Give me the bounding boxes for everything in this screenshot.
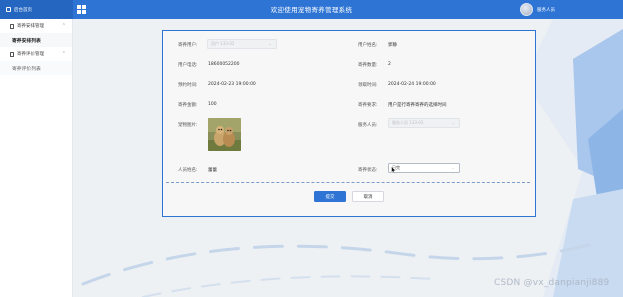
watermark: CSDN @vx_danpianji889: [494, 278, 610, 288]
sidebar-group-label: 寄养评价管理: [17, 52, 44, 57]
document-icon: [10, 23, 14, 29]
foster-amount-value: 100: [208, 102, 217, 107]
cancel-button[interactable]: 取消: [352, 191, 384, 202]
pickup-time-label: 领取时间:: [358, 83, 378, 88]
foster-status-label: 寄养状态:: [358, 168, 378, 173]
top-bar: 后台首页 欢迎使用宠物寄养管理系统 服务人员: [0, 0, 623, 19]
sidebar-item-foster-arrangement-list[interactable]: 寄养安排列表: [0, 33, 72, 47]
user-phone-value: 18600052200: [208, 62, 240, 67]
staff-name-label: 人员姓名:: [178, 168, 198, 173]
avatar[interactable]: [520, 3, 533, 16]
chevron-down-icon: ⌄: [268, 42, 272, 47]
pet-photo: [208, 118, 241, 151]
submit-button[interactable]: 提交: [314, 191, 346, 202]
user-account-label: 寄养用户:: [178, 43, 198, 48]
chevron-up-icon: ⌃: [61, 51, 66, 57]
user-name-value: 郭静: [388, 43, 397, 48]
username[interactable]: 服务人员: [537, 7, 555, 13]
mouse-cursor-icon: [391, 166, 396, 174]
chevron-down-icon: ⌄: [451, 166, 455, 171]
foster-time-value: 2024-02-23 19:00:00: [208, 82, 256, 87]
user-account-select: 用户 133-02 ⌄: [207, 39, 277, 49]
user-phone-label: 用户电话:: [178, 63, 198, 68]
sidebar-group-foster-review[interactable]: 寄养评价管理 ⌃: [0, 47, 72, 61]
service-staff-select: 服务人员 133-03 ⌄: [388, 118, 460, 128]
chevron-down-icon: ⌄: [451, 121, 455, 126]
pickup-time-value: 2024-02-24 19:00:00: [388, 82, 436, 87]
pet-photo-label: 宠物图片:: [178, 123, 198, 128]
staff-name-value: 蕾蕾: [208, 168, 217, 173]
service-staff-label: 服务人员:: [358, 123, 378, 128]
foster-count-label: 寄养数量:: [358, 63, 378, 68]
foster-requirement-label: 寄养要求:: [358, 103, 378, 108]
form-divider: [166, 182, 530, 183]
chevron-up-icon: ⌃: [61, 23, 66, 29]
user-name-label: 用户姓名:: [358, 43, 378, 48]
sidebar: 寄养安排管理 ⌃ 寄养安排列表 寄养评价管理 ⌃ 寄养评价列表: [0, 19, 73, 297]
foster-time-label: 预约时间:: [178, 83, 198, 88]
sidebar-group-foster-arrangement[interactable]: 寄养安排管理 ⌃: [0, 19, 72, 33]
sidebar-group-label: 寄养安排管理: [17, 24, 44, 29]
document-icon: [10, 51, 14, 57]
sidebar-item-foster-review-list[interactable]: 寄养评价列表: [0, 61, 72, 75]
foster-status-select[interactable]: 已完 ⌄: [388, 163, 460, 173]
foster-count-value: 2: [388, 62, 391, 67]
foster-requirement-value: 用户是行寄养寄养的选择时间: [388, 103, 447, 108]
foster-amount-label: 寄养金额:: [178, 103, 198, 108]
